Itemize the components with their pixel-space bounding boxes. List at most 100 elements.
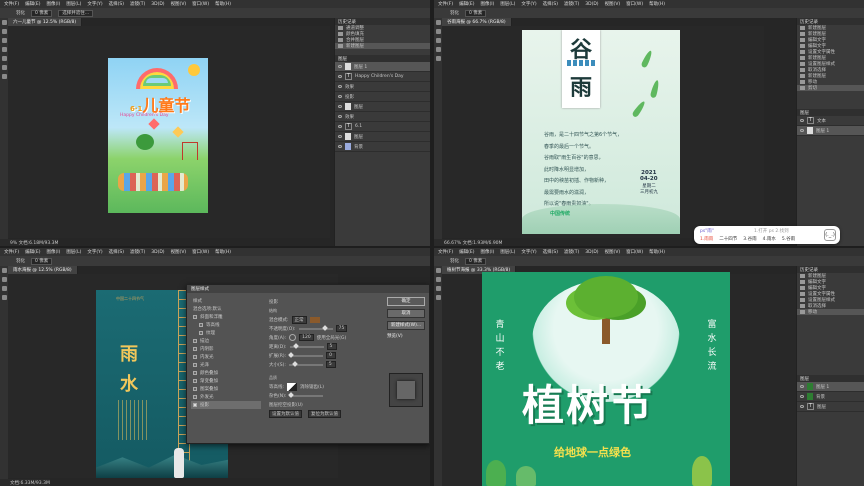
menu-help[interactable]: 帮助(H)	[649, 249, 665, 255]
layer-row[interactable]: T 图层	[797, 402, 864, 412]
feather-input[interactable]: 0 像素	[31, 257, 53, 265]
effect-item[interactable]: 外发光	[191, 393, 261, 401]
menu-window[interactable]: 窗口(W)	[192, 249, 209, 255]
history-item[interactable]: 剪切	[797, 85, 864, 91]
tab-rain-water[interactable]: 雨水海报 @ 12.5% (RGB/8)	[8, 266, 78, 274]
text-tool-icon[interactable]	[435, 56, 441, 61]
menu-3d[interactable]: 3D(D)	[151, 2, 164, 7]
effect-item[interactable]: 描边	[191, 337, 261, 345]
effect-item[interactable]: 等高线	[191, 321, 261, 329]
move-tool-icon[interactable]	[1, 20, 7, 25]
effect-item-drop-shadow[interactable]: 投影	[191, 401, 261, 409]
noise-slider[interactable]	[288, 391, 324, 398]
menu-help[interactable]: 帮助(H)	[649, 1, 665, 7]
menu-image[interactable]: 图像(I)	[46, 1, 60, 7]
make-default-button[interactable]: 设置为默认值	[269, 409, 302, 418]
layer-row[interactable]: T 文本	[797, 116, 864, 126]
distance-slider[interactable]	[289, 342, 324, 349]
layer-row[interactable]: 图层 1	[797, 382, 864, 392]
layer-row[interactable]: 图层 1	[335, 62, 430, 72]
effect-item[interactable]: 内发光	[191, 353, 261, 361]
layers-tab[interactable]: 图层	[338, 56, 347, 62]
spread-input[interactable]: 0	[326, 352, 337, 359]
layer-row[interactable]: 图层 1	[797, 126, 864, 136]
effect-item[interactable]: 混合选项:默认	[191, 305, 261, 313]
menu-filter[interactable]: 滤镜(T)	[564, 1, 579, 7]
arbor-day-poster[interactable]: 青山不老 富水长流 植树节 给地球一点绿色	[482, 272, 730, 486]
history-tab[interactable]: 历史记录	[800, 267, 818, 273]
reset-default-button[interactable]: 复位为默认值	[308, 409, 341, 418]
menu-filter[interactable]: 滤镜(T)	[564, 249, 579, 255]
menu-file[interactable]: 文件(F)	[438, 1, 453, 7]
menu-filter[interactable]: 滤镜(T)	[130, 1, 145, 7]
menu-type[interactable]: 文字(Y)	[87, 1, 102, 7]
marquee-tool-icon[interactable]	[435, 277, 441, 282]
menu-layer[interactable]: 图层(L)	[500, 249, 515, 255]
size-slider[interactable]	[288, 360, 323, 367]
effect-item[interactable]: 光泽	[191, 361, 261, 369]
global-light-checkbox[interactable]: 使用全局光(G)	[317, 335, 347, 341]
menu-image[interactable]: 图像(I)	[480, 249, 494, 255]
spread-slider[interactable]	[288, 351, 324, 358]
move-tool-icon[interactable]	[435, 268, 441, 273]
layer-row[interactable]: T 6.1	[335, 122, 430, 132]
brush-tool-icon[interactable]	[1, 56, 7, 61]
ime-candidate[interactable]: 1.雨雨	[700, 236, 713, 242]
size-input[interactable]: 5	[325, 361, 336, 368]
effect-item[interactable]: 内阴影	[191, 345, 261, 353]
brush-tool-icon[interactable]	[435, 295, 441, 300]
layer-row[interactable]: 投影	[335, 92, 430, 102]
menu-help[interactable]: 帮助(H)	[215, 249, 231, 255]
opacity-input[interactable]: 75	[335, 325, 348, 332]
menu-file[interactable]: 文件(F)	[4, 249, 19, 255]
tab-childrens-day[interactable]: 六一儿童节 @ 12.5% (RGB/8)	[8, 18, 83, 26]
feather-input[interactable]: 0 像素	[465, 9, 487, 17]
layer-row[interactable]: 图层	[335, 102, 430, 112]
crop-tool-icon[interactable]	[1, 47, 7, 52]
ok-button[interactable]: 确定	[387, 297, 425, 306]
menu-edit[interactable]: 编辑(E)	[25, 1, 40, 7]
menu-image[interactable]: 图像(I)	[480, 1, 494, 7]
layers-tab[interactable]: 图层	[800, 110, 809, 116]
menu-edit[interactable]: 编辑(E)	[25, 249, 40, 255]
effect-item[interactable]: 斜面和浮雕	[191, 313, 261, 321]
ime-candidate[interactable]: 3.谷雨	[743, 236, 756, 242]
cancel-button[interactable]: 取消	[387, 309, 425, 318]
angle-input[interactable]: 120	[299, 334, 314, 341]
history-tab[interactable]: 历史记录	[800, 19, 818, 25]
effect-item[interactable]: 图案叠加	[191, 385, 261, 393]
layer-row[interactable]: 背景	[335, 142, 430, 152]
history-tab[interactable]: 历史记录	[338, 19, 356, 25]
marquee-tool-icon[interactable]	[1, 29, 7, 34]
menu-filter[interactable]: 滤镜(T)	[130, 249, 145, 255]
eraser-tool-icon[interactable]	[1, 65, 7, 70]
shadow-color-swatch[interactable]	[309, 316, 320, 323]
menu-type[interactable]: 文字(Y)	[521, 249, 536, 255]
menu-layer[interactable]: 图层(L)	[66, 1, 81, 7]
menu-select[interactable]: 选择(S)	[543, 1, 558, 7]
menu-window[interactable]: 窗口(W)	[192, 1, 209, 7]
menu-layer[interactable]: 图层(L)	[500, 1, 515, 7]
menu-select[interactable]: 选择(S)	[109, 1, 124, 7]
ime-emoji-icon[interactable]: (._.)	[824, 229, 836, 241]
layer-row[interactable]: 效果	[335, 112, 430, 122]
move-tool-icon[interactable]	[435, 20, 441, 25]
marquee-tool-icon[interactable]	[435, 29, 441, 34]
menu-type[interactable]: 文字(Y)	[521, 1, 536, 7]
new-style-button[interactable]: 新建样式(W)...	[387, 321, 425, 330]
effect-item[interactable]: 渐变叠加	[191, 377, 261, 385]
history-item[interactable]: 移动	[797, 309, 864, 315]
menu-3d[interactable]: 3D(D)	[585, 250, 598, 255]
lasso-tool-icon[interactable]	[435, 38, 441, 43]
history-item[interactable]: 新建图层	[335, 43, 430, 49]
ime-candidate[interactable]: 二十四节	[719, 236, 737, 242]
menu-file[interactable]: 文件(F)	[438, 249, 453, 255]
layer-row[interactable]: T Happy Children's Day	[335, 72, 430, 82]
menu-3d[interactable]: 3D(D)	[585, 2, 598, 7]
select-mask-button[interactable]: 选择并遮住...	[58, 9, 94, 17]
lasso-tool-icon[interactable]	[1, 286, 7, 291]
ime-candidate-popup[interactable]: ps"雨" 1.打开 ps 2.找到 1.雨雨 二十四节 3.谷雨 4.雨水 5…	[694, 226, 840, 244]
antialias-checkbox[interactable]: 消除锯齿(L)	[300, 384, 324, 390]
ime-candidate[interactable]: 4.雨水	[763, 236, 776, 242]
effect-item[interactable]: 纹理	[191, 329, 261, 337]
